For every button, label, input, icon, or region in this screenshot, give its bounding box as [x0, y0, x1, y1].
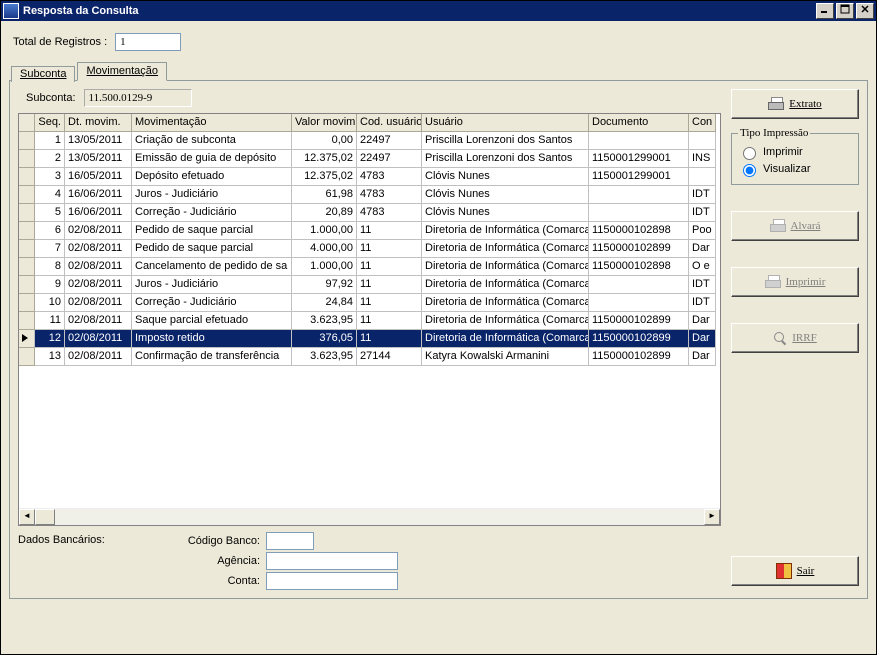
tab-subconta[interactable]: Subconta — [11, 66, 75, 82]
row-indicator — [19, 312, 35, 330]
scroll-left-button[interactable]: ◄ — [19, 509, 35, 525]
subconta-value: 11.500.0129-9 — [84, 89, 192, 107]
radio-visualizar-input[interactable] — [743, 164, 756, 177]
printer-icon — [770, 219, 786, 233]
irrf-label: IRRF — [792, 332, 816, 344]
tab-body: Subconta: 11.500.0129-9 Seq. Dt. movim. … — [9, 81, 868, 599]
table-row[interactable]: 416/06/2011Juros - Judiciário61,984783Cl… — [19, 186, 720, 204]
table-row[interactable]: 702/08/2011Pedido de saque parcial4.000,… — [19, 240, 720, 258]
radio-imprimir-label: Imprimir — [763, 146, 803, 158]
row-indicator — [19, 150, 35, 168]
extrato-button[interactable]: Extrato — [731, 89, 859, 119]
tab-movimentacao[interactable]: Movimentação — [77, 62, 167, 81]
scroll-thumb[interactable] — [35, 509, 55, 525]
grid-body[interactable]: 113/05/2011Criação de subconta0,0022497P… — [19, 132, 720, 508]
printer-icon — [768, 97, 784, 111]
scroll-right-button[interactable]: ► — [704, 509, 720, 525]
col-dt-movim[interactable]: Dt. movim. — [65, 114, 132, 132]
alvara-button[interactable]: Alvará — [731, 211, 859, 241]
codigo-banco-field[interactable] — [266, 532, 314, 550]
dados-bancarios-label: Dados Bancários: — [18, 532, 138, 546]
table-row[interactable]: 1302/08/2011Confirmação de transferência… — [19, 348, 720, 366]
row-indicator — [19, 330, 35, 348]
printer-icon — [765, 275, 781, 289]
table-row[interactable]: 516/06/2011Correção - Judiciário20,89478… — [19, 204, 720, 222]
row-indicator — [19, 168, 35, 186]
sair-button[interactable]: Sair — [731, 556, 859, 586]
col-cod-usuario[interactable]: Cod. usuário — [357, 114, 422, 132]
row-indicator — [19, 222, 35, 240]
table-row[interactable]: 1102/08/2011Saque parcial efetuado3.623,… — [19, 312, 720, 330]
row-indicator — [19, 294, 35, 312]
app-icon — [3, 3, 19, 19]
summary-line: Total de Registros : — [9, 25, 868, 61]
table-row[interactable]: 802/08/2011Cancelamento de pedido de sa1… — [19, 258, 720, 276]
maximize-button[interactable] — [836, 3, 854, 19]
table-row[interactable]: 902/08/2011Juros - Judiciário97,9211Dire… — [19, 276, 720, 294]
col-seq[interactable]: Seq. — [35, 114, 65, 132]
tipo-impressao-group: Tipo Impressão Imprimir Visualizar — [731, 127, 859, 185]
subconta-line: Subconta: 11.500.0129-9 — [18, 89, 721, 107]
radio-visualizar-label: Visualizar — [763, 163, 811, 175]
titlebar: Resposta da Consulta — [1, 1, 876, 21]
dados-bancarios: Dados Bancários: Código Banco: Agência: … — [18, 532, 721, 590]
irrf-button[interactable]: IRRF — [731, 323, 859, 353]
tab-subconta-label: Subconta — [20, 68, 66, 80]
radio-visualizar[interactable]: Visualizar — [738, 161, 852, 177]
table-row[interactable]: 1202/08/2011Imposto retido376,0511Direto… — [19, 330, 720, 348]
codigo-banco-label: Código Banco: — [188, 535, 260, 547]
col-rowheader — [19, 114, 35, 132]
row-indicator — [19, 186, 35, 204]
grid-hscrollbar[interactable]: ◄ ► — [19, 508, 720, 525]
alvara-label: Alvará — [791, 220, 821, 232]
movimentacao-grid[interactable]: Seq. Dt. movim. Movimentação Valor movim… — [18, 113, 721, 526]
minimize-button[interactable] — [816, 3, 834, 19]
col-valor[interactable]: Valor movim. — [292, 114, 357, 132]
col-usuario[interactable]: Usuário — [422, 114, 589, 132]
window-title: Resposta da Consulta — [23, 5, 139, 17]
close-button[interactable] — [856, 3, 874, 19]
tab-movimentacao-label: Movimentação — [86, 65, 158, 77]
subconta-label: Subconta: — [26, 92, 76, 104]
table-row[interactable]: 1002/08/2011Correção - Judiciário24,8411… — [19, 294, 720, 312]
total-registros-field[interactable] — [115, 33, 181, 51]
current-row-icon — [22, 334, 32, 342]
table-row[interactable]: 602/08/2011Pedido de saque parcial1.000,… — [19, 222, 720, 240]
row-indicator — [19, 348, 35, 366]
radio-imprimir-input[interactable] — [743, 147, 756, 160]
table-row[interactable]: 113/05/2011Criação de subconta0,0022497P… — [19, 132, 720, 150]
conta-label: Conta: — [228, 575, 260, 587]
row-indicator — [19, 132, 35, 150]
scroll-track[interactable] — [55, 509, 704, 525]
imprimir-button[interactable]: Imprimir — [731, 267, 859, 297]
grid-header: Seq. Dt. movim. Movimentação Valor movim… — [19, 114, 720, 132]
radio-imprimir[interactable]: Imprimir — [738, 144, 852, 160]
col-con[interactable]: Con — [689, 114, 716, 132]
col-documento[interactable]: Documento — [589, 114, 689, 132]
extrato-label: Extrato — [789, 98, 821, 110]
tabstrip: Subconta Movimentação — [9, 61, 868, 81]
tipo-impressao-legend: Tipo Impressão — [738, 127, 810, 139]
row-indicator — [19, 204, 35, 222]
search-icon — [773, 331, 787, 345]
row-indicator — [19, 258, 35, 276]
row-indicator — [19, 276, 35, 294]
agencia-field[interactable] — [266, 552, 398, 570]
table-row[interactable]: 316/05/2011Depósito efetuado12.375,02478… — [19, 168, 720, 186]
agencia-label: Agência: — [217, 555, 260, 567]
col-movimentacao[interactable]: Movimentação — [132, 114, 292, 132]
exit-icon — [776, 563, 792, 579]
sair-label: Sair — [797, 565, 815, 577]
conta-field[interactable] — [266, 572, 398, 590]
total-registros-label: Total de Registros : — [13, 36, 107, 48]
imprimir-label: Imprimir — [786, 276, 826, 288]
table-row[interactable]: 213/05/2011Emissão de guia de depósito12… — [19, 150, 720, 168]
row-indicator — [19, 240, 35, 258]
